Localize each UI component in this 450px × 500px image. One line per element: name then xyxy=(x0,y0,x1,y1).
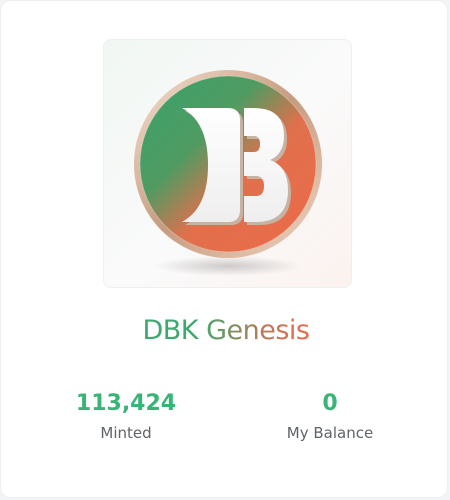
dbk-logo-icon xyxy=(134,70,322,276)
balance-value: 0 xyxy=(322,391,338,416)
stat-my-balance: 0 My Balance xyxy=(245,389,415,443)
balance-label: My Balance xyxy=(286,424,374,442)
collection-title-part2: Genesis xyxy=(206,315,310,346)
collection-image[interactable] xyxy=(103,39,352,288)
minted-value: 113,424 xyxy=(75,391,177,416)
collection-card[interactable]: DBK Genesis 113,424 Minted 0 My Balance xyxy=(0,0,448,498)
stat-minted: 113,424 Minted xyxy=(41,389,211,443)
collection-title[interactable]: DBK Genesis xyxy=(1,313,450,349)
collection-title-part1: DBK xyxy=(142,315,207,346)
minted-label: Minted xyxy=(100,424,152,442)
